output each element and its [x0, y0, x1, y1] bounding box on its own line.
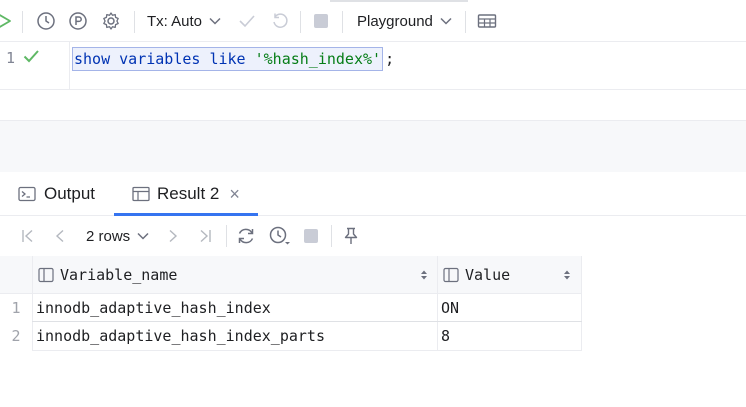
refresh-button[interactable] — [235, 216, 257, 256]
sql-editor[interactable]: 1 show variables like '%hash_index%' ; — [0, 42, 746, 90]
row-count-dropdown[interactable]: 2 rows — [86, 216, 149, 256]
column-icon — [38, 267, 54, 283]
row-divider — [32, 350, 582, 351]
tab-result-label: Result 2 — [157, 184, 220, 203]
cell-value[interactable]: ON — [437, 294, 581, 322]
separator — [22, 11, 23, 33]
table-icon — [477, 14, 497, 28]
commit-button[interactable] — [236, 0, 258, 42]
pin-tab-button[interactable] — [342, 216, 360, 256]
cancel-query-button[interactable] — [302, 216, 320, 256]
chevron-down-icon — [137, 232, 149, 240]
editor-toolbar: Tx: Auto Playground — [0, 0, 746, 42]
column-header-label: Value — [465, 266, 511, 284]
code-line[interactable]: show variables like '%hash_index%' ; — [72, 47, 394, 71]
row-number: 1 — [0, 294, 32, 322]
last-page-button[interactable] — [196, 216, 214, 256]
separator — [300, 11, 301, 33]
session-label: Playground — [357, 12, 433, 30]
clock-icon — [37, 12, 55, 30]
results-tabs: Output Result 2 × — [0, 172, 746, 216]
session-dropdown[interactable]: Playground — [357, 0, 452, 42]
column-header-label: Variable_name — [60, 266, 178, 284]
transaction-mode-label: Tx: Auto — [147, 12, 203, 30]
previous-page-button[interactable] — [52, 216, 68, 256]
code-semicolon: ; — [385, 50, 395, 68]
run-button[interactable] — [0, 0, 14, 42]
table-row[interactable]: 2 innodb_adaptive_hash_index_parts 8 — [0, 322, 582, 350]
refresh-icon — [238, 228, 254, 244]
explain-plan-button[interactable] — [66, 0, 90, 42]
separator — [342, 11, 343, 33]
next-page-button[interactable] — [166, 216, 180, 256]
success-check-icon — [22, 47, 40, 70]
table-view-button[interactable] — [476, 0, 498, 42]
rollback-button[interactable] — [269, 0, 291, 42]
row-count-label: 2 rows — [86, 227, 131, 245]
transaction-mode-dropdown[interactable]: Tx: Auto — [147, 0, 221, 42]
cell-variable-name[interactable]: innodb_adaptive_hash_index — [32, 294, 437, 322]
pin-icon — [344, 227, 358, 244]
table-row[interactable]: 1 innodb_adaptive_hash_index ON — [0, 294, 582, 322]
column-header-variable-name[interactable]: Variable_name — [38, 256, 436, 294]
chevron-right-icon — [169, 229, 178, 243]
checkmark-icon — [239, 15, 255, 28]
history-button[interactable] — [34, 0, 58, 42]
code-string: '%hash_index%' — [254, 50, 382, 68]
separator — [134, 11, 135, 33]
close-tab-icon[interactable]: × — [229, 184, 240, 205]
table-icon — [132, 186, 150, 202]
chevron-left-icon — [55, 229, 64, 243]
settings-button[interactable] — [99, 0, 123, 42]
play-icon — [0, 14, 11, 28]
separator — [226, 225, 227, 247]
results-toolbar: 2 rows — [0, 216, 746, 256]
column-header-value[interactable]: Value — [443, 256, 580, 294]
cell-value[interactable]: 8 — [437, 322, 581, 350]
chevron-down-icon — [440, 17, 452, 25]
sort-icon[interactable] — [563, 269, 571, 281]
stop-icon — [314, 14, 328, 28]
p-circle-icon — [69, 12, 87, 30]
panel-divider — [0, 120, 746, 172]
last-page-icon — [200, 229, 211, 243]
separator — [465, 11, 466, 33]
highlighted-statement: show variables like '%hash_index%' — [72, 47, 384, 71]
separator — [331, 225, 332, 247]
code-keywords: show variables like — [74, 50, 246, 68]
first-page-button[interactable] — [19, 216, 37, 256]
cell-variable-name[interactable]: innodb_adaptive_hash_index_parts — [32, 322, 437, 350]
chevron-down-icon — [209, 17, 221, 25]
column-icon — [443, 267, 459, 283]
undo-icon — [273, 13, 288, 28]
line-number: 1 — [6, 49, 16, 67]
stop-icon — [304, 229, 318, 243]
tab-result-2[interactable]: Result 2 × — [132, 172, 240, 216]
tab-output-label: Output — [44, 184, 96, 203]
row-number: 2 — [0, 322, 32, 350]
gutter-divider — [69, 42, 70, 89]
console-icon — [18, 186, 36, 202]
clock-dropdown-icon — [269, 226, 290, 245]
tab-output[interactable]: Output — [18, 172, 95, 216]
gear-icon — [103, 12, 119, 30]
auto-refresh-button[interactable] — [268, 216, 292, 256]
stop-button[interactable] — [311, 0, 331, 42]
first-page-icon — [22, 229, 33, 243]
sort-icon[interactable] — [420, 269, 428, 281]
